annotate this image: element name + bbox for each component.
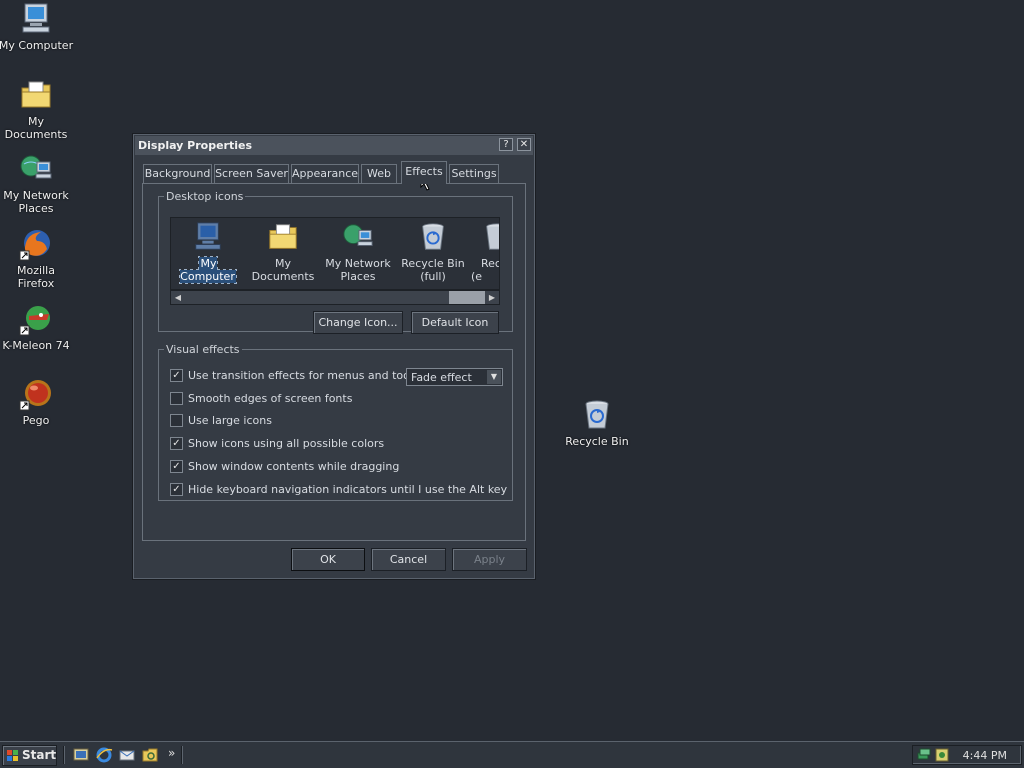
show-desktop-icon[interactable] [72, 746, 90, 764]
desktop-icon-label: K-Meleon 74 [2, 339, 70, 352]
option-label: Hide keyboard navigation indicators unti… [188, 483, 508, 496]
explorer-folder-icon[interactable] [141, 746, 159, 764]
list-item-label: Recycle Bin (full) [401, 257, 465, 283]
computer-icon [22, 3, 50, 33]
list-item-my-computer[interactable]: My Computer [171, 221, 245, 284]
desktop-icon-mozilla-firefox[interactable]: Mozilla Firefox [0, 227, 74, 290]
desktop-icon-recycle-bin[interactable]: Recycle Bin [559, 398, 635, 448]
list-item-label: Rec (e [471, 257, 500, 283]
option-label: Show window contents while dragging [188, 460, 400, 473]
folder-documents-icon [21, 81, 51, 108]
desktop-icon-k-meleon[interactable]: K-Meleon 74 [0, 302, 74, 352]
checkbox[interactable]: ✓ [170, 460, 183, 473]
folder-documents-icon [269, 224, 297, 249]
desktop-icons-list[interactable]: My Computer My Documents My Network Plac… [170, 217, 500, 290]
network-tray-icon[interactable] [917, 747, 933, 763]
desktop-icon-my-network-places[interactable]: My Network Places [0, 152, 74, 215]
tab-background[interactable]: Background [143, 164, 212, 183]
desktop-icon-label: My Documents [4, 115, 68, 141]
option-label: Smooth edges of screen fonts [188, 392, 353, 405]
list-item-recycle-bin-full[interactable]: Recycle Bin (full) [396, 221, 470, 283]
tab-web[interactable]: Web [361, 164, 397, 183]
taskbar: Start » 4:44 PM [0, 741, 1024, 768]
option-label: Show icons using all possible colors [188, 437, 385, 450]
desktop-icon-label: My Network Places [3, 189, 69, 215]
windows-logo-icon [7, 750, 18, 761]
list-item-label: My Documents [251, 257, 315, 283]
checkbox[interactable] [170, 392, 183, 405]
pego-icon [19, 380, 51, 411]
start-button[interactable]: Start [2, 745, 57, 766]
list-item-label: My Network Places [325, 257, 391, 283]
tab-effects[interactable]: Effects [401, 161, 447, 184]
desktop-icon-my-computer[interactable]: My Computer [0, 2, 74, 52]
tab-settings[interactable]: Settings [449, 164, 499, 183]
recycle-bin-full-icon [422, 223, 444, 250]
apply-button[interactable]: Apply [452, 548, 527, 571]
desktop-icon-label: Mozilla Firefox [17, 264, 55, 290]
checkbox[interactable]: ✓ [170, 483, 183, 496]
list-item-recycle-bin-empty[interactable]: Rec (e [471, 221, 500, 283]
option-label: Use large icons [188, 414, 272, 427]
cancel-button[interactable]: Cancel [371, 548, 446, 571]
taskbar-separator [63, 746, 65, 764]
desktop-icons-legend: Desktop icons [166, 190, 244, 203]
outlook-express-icon[interactable] [118, 746, 136, 764]
visual-effects-legend: Visual effects [166, 343, 240, 356]
taskbar-separator [181, 746, 183, 764]
network-places-icon [343, 224, 373, 246]
scroll-right-icon[interactable]: ▶ [485, 291, 499, 304]
computer-icon [195, 222, 221, 250]
desktop-icon-label: Recycle Bin [565, 435, 629, 448]
checkbox[interactable]: ✓ [170, 369, 183, 382]
start-label: Start [22, 748, 57, 762]
desktop-icons-group: Desktop icons My Computer My Documents M… [158, 190, 513, 334]
volume-tray-icon[interactable] [934, 747, 950, 763]
effects-panel: Desktop icons My Computer My Documents M… [142, 183, 526, 541]
desktop-icon-label: Pego [22, 414, 50, 427]
transition-effect-select[interactable]: Fade effect ▼ [406, 368, 503, 386]
network-places-icon [20, 155, 52, 179]
firefox-icon [19, 230, 50, 261]
list-item-my-documents[interactable]: My Documents [246, 221, 320, 283]
desktop-icon-label: My Computer [0, 39, 74, 52]
default-icon-button[interactable]: Default Icon [411, 311, 499, 334]
tab-screen-saver[interactable]: Screen Saver [214, 164, 289, 183]
scroll-left-icon[interactable]: ◀ [171, 291, 185, 304]
kmeleon-icon [19, 306, 50, 336]
system-tray: 4:44 PM [912, 745, 1022, 765]
select-value: Fade effect [411, 371, 472, 384]
display-properties-dialog: Display Properties ? ✕ Background Screen… [133, 134, 535, 579]
checkbox[interactable]: ✓ [170, 437, 183, 450]
dialog-title: Display Properties [138, 139, 253, 152]
internet-explorer-icon[interactable] [95, 746, 113, 764]
ok-button[interactable]: OK [291, 548, 365, 571]
close-button[interactable]: ✕ [517, 138, 531, 151]
help-button[interactable]: ? [499, 138, 513, 151]
checkbox[interactable] [170, 414, 183, 427]
icon-list-scrollbar[interactable]: ◀ ▶ [170, 290, 500, 305]
recycle-bin-icon [585, 400, 609, 429]
list-item-my-network-places[interactable]: My Network Places [321, 221, 395, 283]
tab-appearance[interactable]: Appearance [291, 164, 359, 183]
taskbar-clock: 4:44 PM [962, 749, 1007, 762]
recycle-bin-empty-icon [486, 223, 499, 250]
dialog-titlebar[interactable]: Display Properties ? ✕ [135, 136, 533, 155]
option-label: Use transition effects for menus and too… [188, 369, 434, 382]
desktop-icon-my-documents[interactable]: My Documents [0, 78, 74, 141]
quick-launch-overflow[interactable]: » [168, 746, 175, 760]
desktop-icon-pego[interactable]: Pego [0, 377, 74, 427]
scrollbar-thumb[interactable] [449, 291, 485, 304]
list-item-label: My Computer [179, 256, 237, 284]
change-icon-button[interactable]: Change Icon... [313, 311, 403, 334]
chevron-down-icon[interactable]: ▼ [487, 370, 501, 384]
visual-effects-group: Visual effects ✓ Use transition effects … [158, 343, 513, 501]
